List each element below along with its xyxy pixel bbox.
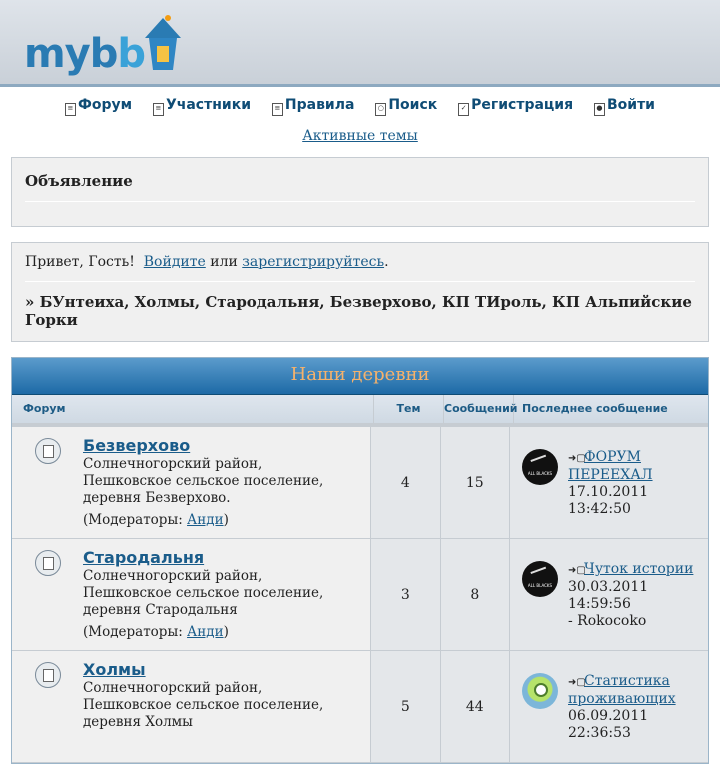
forum-name-link[interactable]: Стародальня	[83, 549, 353, 567]
avatar[interactable]	[522, 561, 558, 597]
last-post-icon: ➜▢	[568, 565, 586, 576]
topic-count: 4	[371, 427, 441, 538]
avatar[interactable]	[522, 673, 558, 709]
moderator-link[interactable]: Анди	[187, 512, 224, 528]
forum-status-icon	[35, 662, 61, 688]
search-icon: ○	[375, 103, 387, 116]
nav-label: Участники	[165, 97, 252, 113]
house-icon	[145, 15, 182, 70]
main-nav: ≡ Форум ≡ Участники ≡ Правила ○ Поиск ✓ Регис…	[0, 97, 720, 116]
forum-cell: Стародальня Солнечногорский район, Пешко…	[12, 539, 372, 650]
last-post-icon: ➜▢	[568, 677, 586, 688]
mybb-logo[interactable]: mybb	[24, 8, 185, 74]
period: .	[384, 254, 389, 270]
nav-members[interactable]: ≡ Участники	[152, 97, 252, 116]
divider	[25, 281, 695, 282]
forum-status-icon	[35, 438, 61, 464]
breadcrumb: » БУнтеиха, Холмы, Стародальня, Безверхо…	[25, 293, 692, 329]
forum-cell: Безверхово Солнечногорский район, Пешков…	[12, 427, 372, 538]
divider	[25, 201, 695, 202]
last-post: ➜▢Чуток истории 30.03.2011 14:59:56 - Ro…	[568, 561, 708, 650]
mod-suffix: )	[223, 624, 229, 640]
post-count: 44	[440, 651, 510, 762]
col-last-post: Последнее сообщение	[522, 402, 668, 415]
moderator-link[interactable]: Анди	[187, 624, 224, 640]
welcome-box: Привет, Гость! Войдите или зарегистрируй…	[11, 242, 709, 342]
col-topics: Тем	[374, 395, 444, 423]
last-post-cell: ➜▢ФОРУМ ПЕРЕЕХАЛ 17.10.2011 13:42:50	[510, 427, 708, 538]
login-icon: ●	[593, 103, 605, 116]
nav-label: Поиск	[388, 97, 438, 113]
forum-info: Стародальня Солнечногорский район, Пешко…	[83, 539, 353, 650]
nav-label: Правила	[284, 97, 355, 113]
last-post: ➜▢ФОРУМ ПЕРЕЕХАЛ 17.10.2011 13:42:50	[568, 449, 708, 538]
last-post-link[interactable]: Чуток истории	[584, 561, 693, 577]
sub-nav: Активные темы	[0, 128, 720, 144]
forum-info: Холмы Солнечногорский район, Пешковское …	[83, 651, 353, 762]
topic-count: 3	[371, 539, 441, 650]
forum-icon: ≡	[64, 103, 76, 116]
nav-register[interactable]: ✓ Регистрация	[458, 97, 574, 116]
welcome-message: Привет, Гость! Войдите или зарегистрируй…	[25, 254, 695, 270]
mod-suffix: )	[223, 512, 229, 528]
forum-name-link[interactable]: Холмы	[83, 661, 353, 679]
forum-cell: Холмы Солнечногорский район, Пешковское …	[12, 651, 372, 762]
nav-login[interactable]: ● Войти	[593, 97, 655, 116]
last-post-icon: ➜▢	[568, 453, 586, 464]
nav-search[interactable]: ○ Поиск	[375, 97, 438, 116]
nav-label: Войти	[606, 97, 655, 113]
forum-category-title[interactable]: Наши деревни	[12, 358, 708, 395]
moderators: (Модераторы: Анди)	[83, 624, 353, 640]
last-post: ➜▢Статистика проживающих 06.09.2011 22:3…	[568, 673, 708, 762]
forum-info: Безверхово Солнечногорский район, Пешков…	[83, 427, 353, 538]
table-header: Форум Тем Сообщений Последнее сообщение	[12, 395, 708, 427]
last-post-author: - Rokocoko	[568, 613, 647, 629]
register-icon: ✓	[458, 103, 470, 116]
last-post-date: 30.03.2011 14:59:56	[568, 579, 649, 612]
forum-description: Солнечногорский район, Пешковское сельск…	[83, 456, 324, 506]
col-posts: Сообщений	[444, 395, 518, 423]
moderators: (Модераторы: Анди)	[83, 512, 353, 528]
last-post-date: 06.09.2011 22:36:53	[568, 708, 649, 741]
rules-icon: ≡	[271, 103, 283, 116]
col-forum: Форум	[12, 395, 374, 423]
last-post-cell: ➜▢Статистика проживающих 06.09.2011 22:3…	[510, 651, 708, 762]
forum-description: Солнечногорский район, Пешковское сельск…	[83, 568, 324, 618]
logo-text-left: myb	[24, 31, 118, 77]
forum-status-icon	[35, 550, 61, 576]
announcement-box: Объявление	[11, 157, 709, 227]
register-link[interactable]: зарегистрируйтесь	[242, 254, 384, 270]
last-post-link[interactable]: Статистика проживающих	[568, 673, 676, 707]
last-post-date: 17.10.2011 13:42:50	[568, 484, 649, 517]
post-count: 8	[440, 539, 510, 650]
table-row: Безверхово Солнечногорский район, Пешков…	[12, 427, 708, 539]
last-post-cell: ➜▢Чуток истории 30.03.2011 14:59:56 - Ro…	[510, 539, 708, 650]
nav-label: Форум	[77, 97, 133, 113]
table-row: Стародальня Солнечногорский район, Пешко…	[12, 539, 708, 651]
table-row: Холмы Солнечногорский район, Пешковское …	[12, 651, 708, 763]
nav-label: Регистрация	[471, 97, 574, 113]
header: mybb	[0, 0, 720, 87]
post-count: 15	[440, 427, 510, 538]
forum-name-link[interactable]: Безверхово	[83, 437, 353, 455]
mod-prefix: (Модераторы:	[83, 624, 183, 640]
nav-forum[interactable]: ≡ Форум	[64, 97, 133, 116]
or-text: или	[210, 254, 238, 270]
active-topics-link[interactable]: Активные темы	[302, 128, 418, 144]
logo-text: mybb	[24, 31, 146, 77]
topic-count: 5	[371, 651, 441, 762]
greeting: Привет, Гость!	[25, 254, 135, 270]
announcement-title: Объявление	[25, 172, 133, 190]
avatar[interactable]	[522, 449, 558, 485]
forum-description: Солнечногорский район, Пешковское сельск…	[83, 680, 324, 730]
members-icon: ≡	[152, 103, 164, 116]
login-link[interactable]: Войдите	[144, 254, 206, 270]
mod-prefix: (Модераторы:	[83, 512, 183, 528]
nav-rules[interactable]: ≡ Правила	[271, 97, 355, 116]
forum-table: Наши деревни Форум Тем Сообщений Последн…	[11, 357, 709, 764]
